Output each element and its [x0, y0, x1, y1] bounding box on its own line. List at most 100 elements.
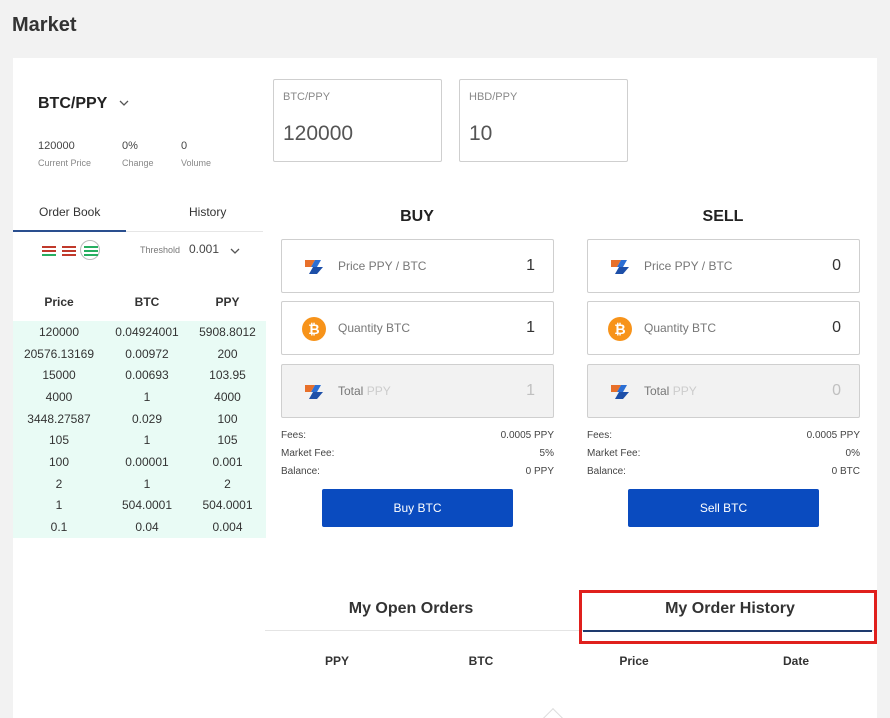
cell-btc: 0.029 [131, 411, 163, 426]
fees-value: 0.0005 PPY [806, 430, 860, 441]
order-book-table: 120000 0.04924001 5908.8012 20576.13169 0.0… [13, 321, 266, 538]
balance-value: 0 BTC [831, 466, 860, 477]
buy-quantity-input[interactable]: 1 [526, 319, 535, 337]
tab-order-book[interactable]: Order Book [39, 205, 100, 219]
table-row[interactable]: 120000 0.04924001 5908.8012 [13, 321, 266, 343]
tab-history[interactable]: History [189, 205, 226, 219]
sell-price-label: Price PPY / BTC [644, 259, 733, 273]
sell-fees-row: Fees: 0.0005 PPY [587, 430, 860, 441]
page-title: Market [12, 14, 77, 36]
orders-col-date: Date [782, 654, 809, 668]
cell-btc: 1 [143, 389, 151, 404]
price-box-btc-ppy[interactable]: BTC/PPY 120000 [273, 79, 442, 162]
current-price-label: Current Price [38, 158, 92, 168]
total-unit: PPY [672, 384, 697, 398]
buy-price-field[interactable]: Price PPY / BTC 1 [281, 239, 554, 293]
cell-ppy: 5908.8012 [199, 324, 256, 339]
cell-ppy: 103.95 [209, 368, 246, 383]
table-row[interactable]: 3448.27587 0.029 100 [13, 408, 266, 430]
total-text: Total [644, 384, 670, 398]
volume-label: Volume [181, 158, 212, 168]
ppy-logo-icon [305, 385, 323, 399]
buy-balance-row: Balance: 0 PPY [281, 466, 554, 477]
view-bids-asks-icon[interactable] [42, 246, 56, 256]
buy-price-label: Price PPY / BTC [338, 259, 427, 273]
table-row[interactable]: 20576.13169 0.00972 200 [13, 343, 266, 365]
cell-btc: 0.04 [135, 520, 159, 535]
cell-ppy: 0.001 [212, 454, 243, 469]
cell-price: 100 [48, 454, 70, 469]
order-book-header-ppy: PPY [215, 295, 240, 309]
table-row[interactable]: 2 1 2 [13, 473, 266, 495]
sell-btc-button[interactable]: Sell BTC [628, 489, 819, 527]
fees-value: 0.0005 PPY [500, 430, 554, 441]
cell-ppy: 504.0001 [202, 498, 253, 513]
sell-quantity-field[interactable]: ₿ Quantity BTC 0 [587, 301, 860, 355]
cell-btc: 0.00693 [125, 368, 169, 383]
sell-total-value: 0 [832, 382, 841, 399]
cell-ppy: 0.004 [212, 520, 243, 535]
cell-ppy: 4000 [214, 389, 241, 404]
cell-ppy: 100 [217, 411, 238, 426]
cell-ppy: 2 [224, 476, 231, 491]
table-row[interactable]: 15000 0.00693 103.95 [13, 364, 266, 386]
buy-price-input[interactable]: 1 [526, 257, 535, 275]
price-box-hbd-ppy[interactable]: HBD/PPY 10 [459, 79, 628, 162]
sell-price-field[interactable]: Price PPY / BTC 0 [587, 239, 860, 293]
sell-quantity-label: Quantity BTC [644, 321, 717, 335]
sell-total-label: Total PPY [644, 384, 697, 398]
fees-label: Fees: [281, 430, 307, 441]
sell-price-input[interactable]: 0 [832, 257, 841, 275]
cell-price: 0.1 [50, 520, 68, 535]
change-label: Change [122, 158, 154, 168]
chevron-down-icon[interactable] [229, 245, 241, 257]
bitcoin-icon: ₿ [302, 317, 326, 341]
fees-label: Fees: [587, 430, 613, 441]
tab-my-open-orders[interactable]: My Open Orders [265, 600, 557, 618]
orders-col-price: Price [619, 654, 649, 668]
highlight-box [579, 590, 877, 644]
cell-btc: 1 [143, 433, 151, 448]
balance-label: Balance: [281, 466, 320, 477]
buy-quantity-field[interactable]: ₿ Quantity BTC 1 [281, 301, 554, 355]
change-value: 0% [122, 140, 138, 152]
cell-btc: 0.04924001 [115, 324, 179, 339]
market-fee-label: Market Fee: [587, 448, 641, 459]
table-row[interactable]: 105 1 105 [13, 429, 266, 451]
cell-ppy: 105 [217, 433, 238, 448]
sell-total-field: Total PPY 0 [587, 364, 860, 418]
table-row[interactable]: 100 0.00001 0.001 [13, 451, 266, 473]
ppy-logo-icon [611, 260, 629, 274]
orders-col-ppy: PPY [324, 654, 349, 668]
market-fee-value: 5% [539, 448, 554, 459]
total-unit: PPY [366, 384, 391, 398]
ppy-logo-icon [305, 260, 323, 274]
cell-price: 3448.27587 [27, 411, 91, 426]
view-asks-icon[interactable] [62, 246, 76, 256]
price-box-label: BTC/PPY [283, 91, 331, 103]
buy-fees-row: Fees: 0.0005 PPY [281, 430, 554, 441]
buy-btc-button[interactable]: Buy BTC [322, 489, 513, 527]
market-fee-label: Market Fee: [281, 448, 335, 459]
table-row[interactable]: 0.1 0.04 0.004 [13, 516, 266, 538]
pair-selector-label[interactable]: BTC/PPY [38, 95, 107, 113]
buy-total-value: 1 [526, 382, 535, 399]
view-bids-selected[interactable] [80, 240, 100, 260]
price-box-value: 10 [469, 122, 493, 145]
table-row[interactable]: 4000 1 4000 [13, 386, 266, 408]
cell-price: 2 [55, 476, 63, 491]
volume-value: 0 [181, 140, 188, 152]
table-row[interactable]: 1 504.0001 504.0001 [13, 495, 266, 517]
order-book-header-price: Price [44, 295, 74, 309]
buy-title: BUY [400, 208, 434, 225]
balance-label: Balance: [587, 466, 626, 477]
cell-btc: 1 [143, 476, 151, 491]
cell-price: 1 [55, 498, 63, 513]
sell-title: SELL [702, 208, 744, 225]
threshold-select[interactable]: 0.001 [189, 242, 219, 256]
cell-btc: 0.00001 [125, 454, 169, 469]
sell-quantity-input[interactable]: 0 [832, 319, 841, 337]
chevron-down-icon[interactable] [118, 97, 130, 109]
order-book-tabs: Order Book History [13, 200, 263, 232]
cell-price: 4000 [45, 389, 73, 404]
